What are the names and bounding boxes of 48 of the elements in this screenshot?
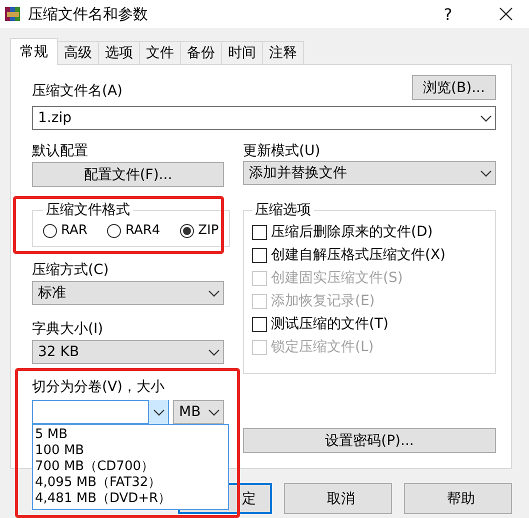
checkbox-option[interactable]: 测试压缩的文件(T): [252, 313, 487, 336]
checkbox[interactable]: [252, 225, 267, 240]
chevron-down-icon: [208, 348, 220, 356]
field-label: 默认配置: [32, 142, 89, 160]
group-title: 压缩选项: [254, 201, 312, 219]
window-title: 压缩文件名和参数: [28, 4, 149, 24]
radio-option[interactable]: RAR: [43, 223, 88, 238]
checkbox-option[interactable]: 创建自解压格式压缩文件(X): [252, 244, 487, 267]
help-button[interactable]: ?: [425, 0, 471, 28]
close-icon: [499, 7, 513, 21]
field-label: 更新模式(U): [243, 142, 322, 160]
dictionary-dropdown[interactable]: 32 KB: [32, 340, 224, 364]
chevron-down-icon: [480, 170, 492, 176]
radio-icon[interactable]: [180, 224, 194, 238]
dialog-button[interactable]: 取消: [284, 483, 392, 514]
dropdown-item[interactable]: 5 MB: [35, 427, 226, 443]
radio-icon[interactable]: [43, 224, 57, 238]
unit-dropdown[interactable]: MB: [173, 400, 224, 424]
chevron-down-icon: [208, 408, 220, 416]
field-label: 切分为分卷(V)，大小: [32, 379, 165, 395]
profile-button[interactable]: 配置文件(F)...: [32, 162, 224, 187]
app-icon: [4, 5, 22, 23]
method-dropdown[interactable]: 标准: [32, 281, 224, 305]
dropdown-item[interactable]: 4,481 MB（DVD+R）: [35, 491, 226, 507]
split-size-field[interactable]: [32, 400, 169, 424]
update-mode-dropdown[interactable]: 添加并替换文件: [243, 161, 496, 185]
field-label: 压缩方式(C): [32, 261, 110, 279]
browse-button[interactable]: 浏览(B)...: [412, 75, 496, 100]
dropdown-item[interactable]: 700 MB（CD700）: [35, 459, 226, 475]
chevron-down-icon: [152, 408, 164, 416]
checkbox[interactable]: [252, 248, 267, 263]
field-label: 字典大小(I): [32, 320, 104, 338]
tab[interactable]: 常规: [10, 38, 58, 65]
radio-option[interactable]: ZIP: [180, 223, 219, 238]
set-password-button[interactable]: 设置密码(P)...: [243, 428, 496, 453]
tab[interactable]: 注释: [262, 41, 304, 65]
field-label: 压缩文件名(A): [32, 82, 123, 100]
radio-option[interactable]: RAR4: [107, 223, 160, 238]
checkbox[interactable]: [252, 317, 267, 332]
dropdown-item[interactable]: 100 MB: [35, 443, 226, 459]
dropdown-item[interactable]: 4,095 MB（FAT32）: [35, 475, 226, 491]
radio-icon[interactable]: [107, 224, 122, 238]
chevron-down-icon: [480, 114, 492, 122]
checkbox-option[interactable]: 压缩后删除原来的文件(D): [252, 221, 487, 244]
archive-name-field[interactable]: 1.zip: [32, 106, 496, 130]
chevron-down-icon: [208, 290, 220, 296]
dialog-button[interactable]: 帮助: [404, 483, 512, 514]
group-title: 压缩文件格式: [45, 201, 131, 219]
